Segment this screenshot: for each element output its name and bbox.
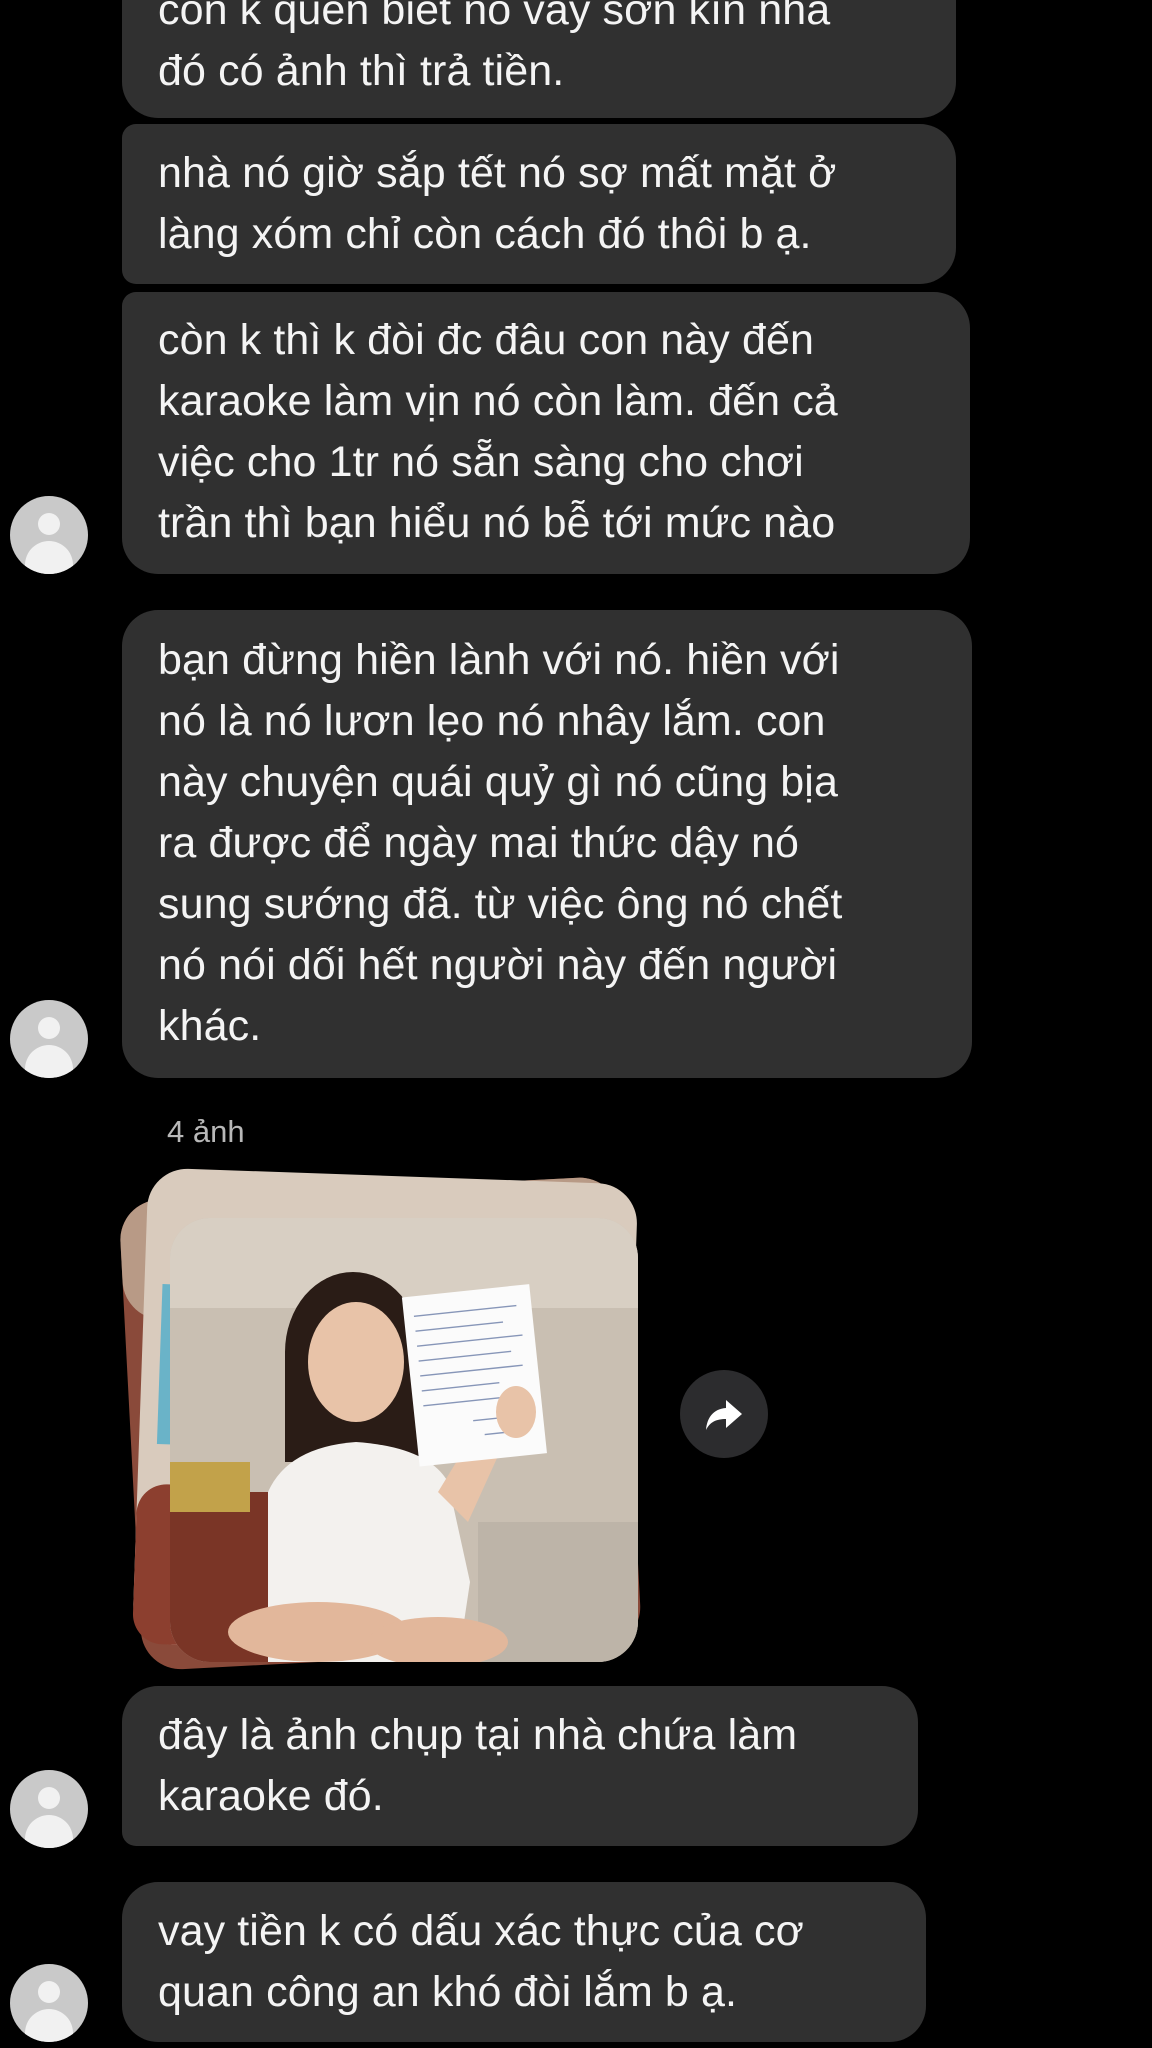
sender-avatar[interactable] bbox=[10, 1000, 88, 1078]
avatar-head-icon bbox=[38, 1787, 60, 1809]
photo-count-label: 4 ảnh bbox=[167, 1114, 245, 1149]
stacked-photo-front bbox=[170, 1218, 638, 1662]
avatar-head-icon bbox=[38, 1017, 60, 1039]
avatar-body-icon bbox=[25, 1815, 73, 1848]
avatar-body-icon bbox=[25, 1045, 73, 1078]
avatar-head-icon bbox=[38, 513, 60, 535]
message-bubble[interactable]: vay tiền k có dấu xác thực của cơ quan c… bbox=[122, 1882, 926, 2042]
sender-avatar[interactable] bbox=[10, 496, 88, 574]
photo-stack[interactable] bbox=[118, 1162, 658, 1672]
sender-avatar[interactable] bbox=[10, 1964, 88, 2042]
message-bubble[interactable]: còn k thì k đòi đc đâu con này đến karao… bbox=[122, 292, 970, 574]
photo-stack-graphic bbox=[120, 1168, 641, 1670]
message-bubble[interactable]: đây là ảnh chụp tại nhà chứa làm karaoke… bbox=[122, 1686, 918, 1846]
avatar-body-icon bbox=[25, 2009, 73, 2042]
avatar-body-icon bbox=[25, 541, 73, 574]
message-bubble[interactable]: còn k quên biết nó vay sơn kìn nha đó có… bbox=[122, 0, 956, 118]
message-bubble[interactable]: nhà nó giờ sắp tết nó sợ mất mặt ở làng … bbox=[122, 124, 956, 284]
share-button[interactable] bbox=[680, 1370, 768, 1458]
message-bubble[interactable]: bạn đừng hiền lành với nó. hiền với nó l… bbox=[122, 610, 972, 1078]
share-arrow-icon bbox=[706, 1400, 742, 1430]
sender-avatar[interactable] bbox=[10, 1770, 88, 1848]
avatar-head-icon bbox=[38, 1981, 60, 2003]
